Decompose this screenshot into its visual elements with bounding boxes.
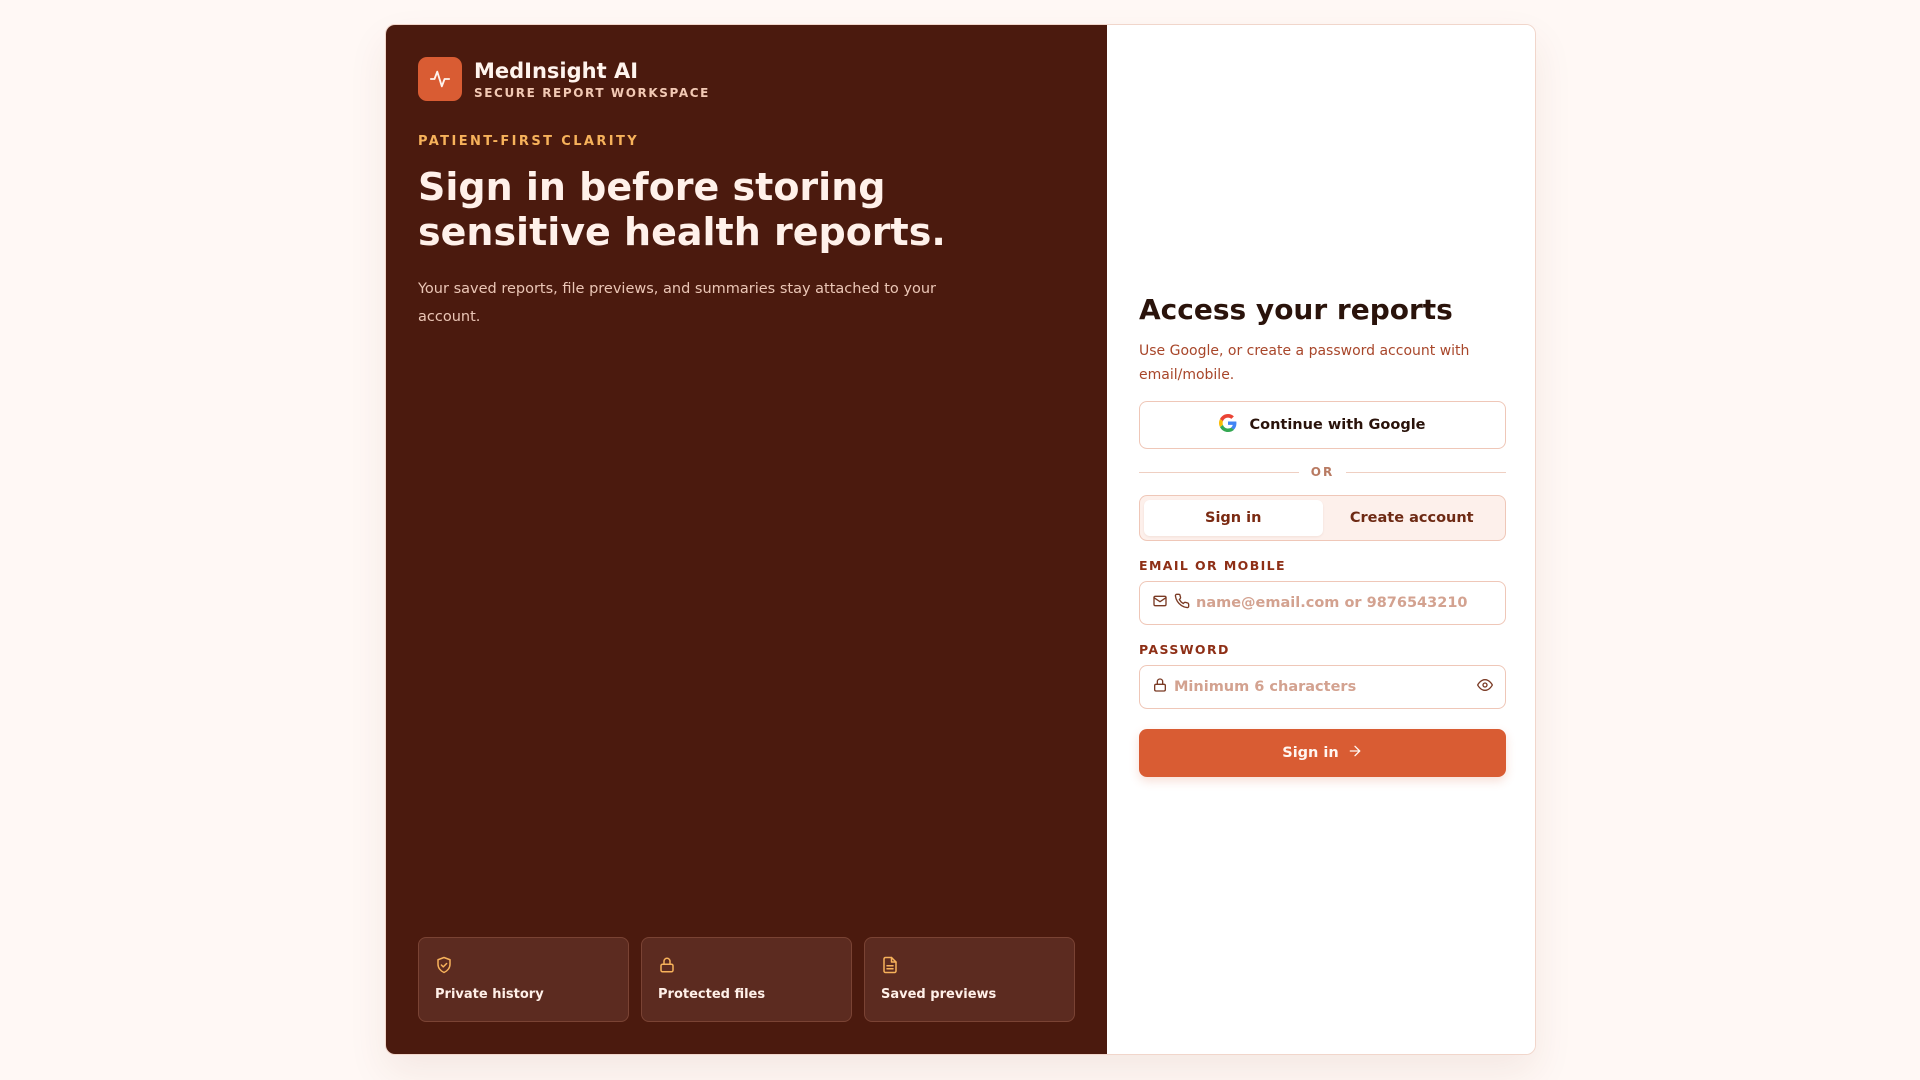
show-password-eye-icon[interactable]: [1477, 677, 1493, 697]
tab-create-account[interactable]: Create account: [1323, 500, 1502, 536]
submit-label: Sign in: [1282, 745, 1339, 761]
google-icon: [1219, 414, 1237, 436]
brand: MedInsight AI SECURE REPORT WORKSPACE: [418, 57, 1075, 101]
feature-card-saved-previews: Saved previews: [864, 937, 1075, 1022]
hero-panel: MedInsight AI SECURE REPORT WORKSPACE PA…: [386, 25, 1107, 1054]
auth-subtitle: Use Google, or create a password account…: [1139, 343, 1470, 383]
pulse-logo-icon: [418, 57, 462, 101]
email-or-mobile-input[interactable]: [1196, 595, 1493, 611]
auth-form: Access your reports Use Google, or creat…: [1139, 293, 1507, 777]
shield-check-icon: [435, 955, 612, 975]
google-button-label: Continue with Google: [1249, 417, 1426, 433]
divider-line: [1346, 471, 1507, 473]
phone-icon: [1174, 593, 1190, 613]
hero-description: Your saved reports, file previews, and s…: [418, 281, 936, 325]
document-icon: [881, 955, 1058, 975]
feature-label: Private history: [435, 987, 544, 1002]
password-field-container: [1139, 665, 1506, 709]
auth-title: Access your reports: [1139, 293, 1453, 326]
divider-text: OR: [1310, 465, 1335, 479]
continue-with-google-button[interactable]: Continue with Google: [1139, 401, 1506, 449]
hero-eyebrow: PATIENT-FIRST CLARITY: [418, 134, 640, 149]
auth-panel: Access your reports Use Google, or creat…: [1107, 25, 1535, 1054]
divider-line: [1139, 471, 1299, 473]
tab-sign-in[interactable]: Sign in: [1144, 500, 1323, 536]
or-divider: OR: [1139, 465, 1507, 479]
brand-name: MedInsight AI: [474, 59, 639, 83]
password-input[interactable]: [1174, 679, 1471, 695]
lock-icon: [658, 955, 835, 975]
auth-shell: MedInsight AI SECURE REPORT WORKSPACE PA…: [385, 24, 1536, 1055]
feature-label: Saved previews: [881, 987, 997, 1002]
feature-card-protected-files: Protected files: [641, 937, 852, 1022]
auth-mode-tabs: Sign in Create account: [1139, 495, 1506, 541]
brand-subtitle: SECURE REPORT WORKSPACE: [474, 86, 710, 100]
password-field-label: PASSWORD: [1139, 642, 1230, 657]
sign-in-submit-button[interactable]: Sign in: [1139, 729, 1506, 777]
lock-icon: [1152, 677, 1168, 697]
feature-cards: Private history Protected files Saved pr…: [418, 937, 1075, 1022]
email-field-container: [1139, 581, 1506, 625]
arrow-right-icon: [1347, 743, 1363, 763]
hero-headline: Sign in before storing sensitive health …: [418, 165, 946, 254]
email-field-label: EMAIL OR MOBILE: [1139, 558, 1286, 573]
feature-card-private-history: Private history: [418, 937, 629, 1022]
mail-icon: [1152, 593, 1168, 613]
feature-label: Protected files: [658, 987, 766, 1002]
